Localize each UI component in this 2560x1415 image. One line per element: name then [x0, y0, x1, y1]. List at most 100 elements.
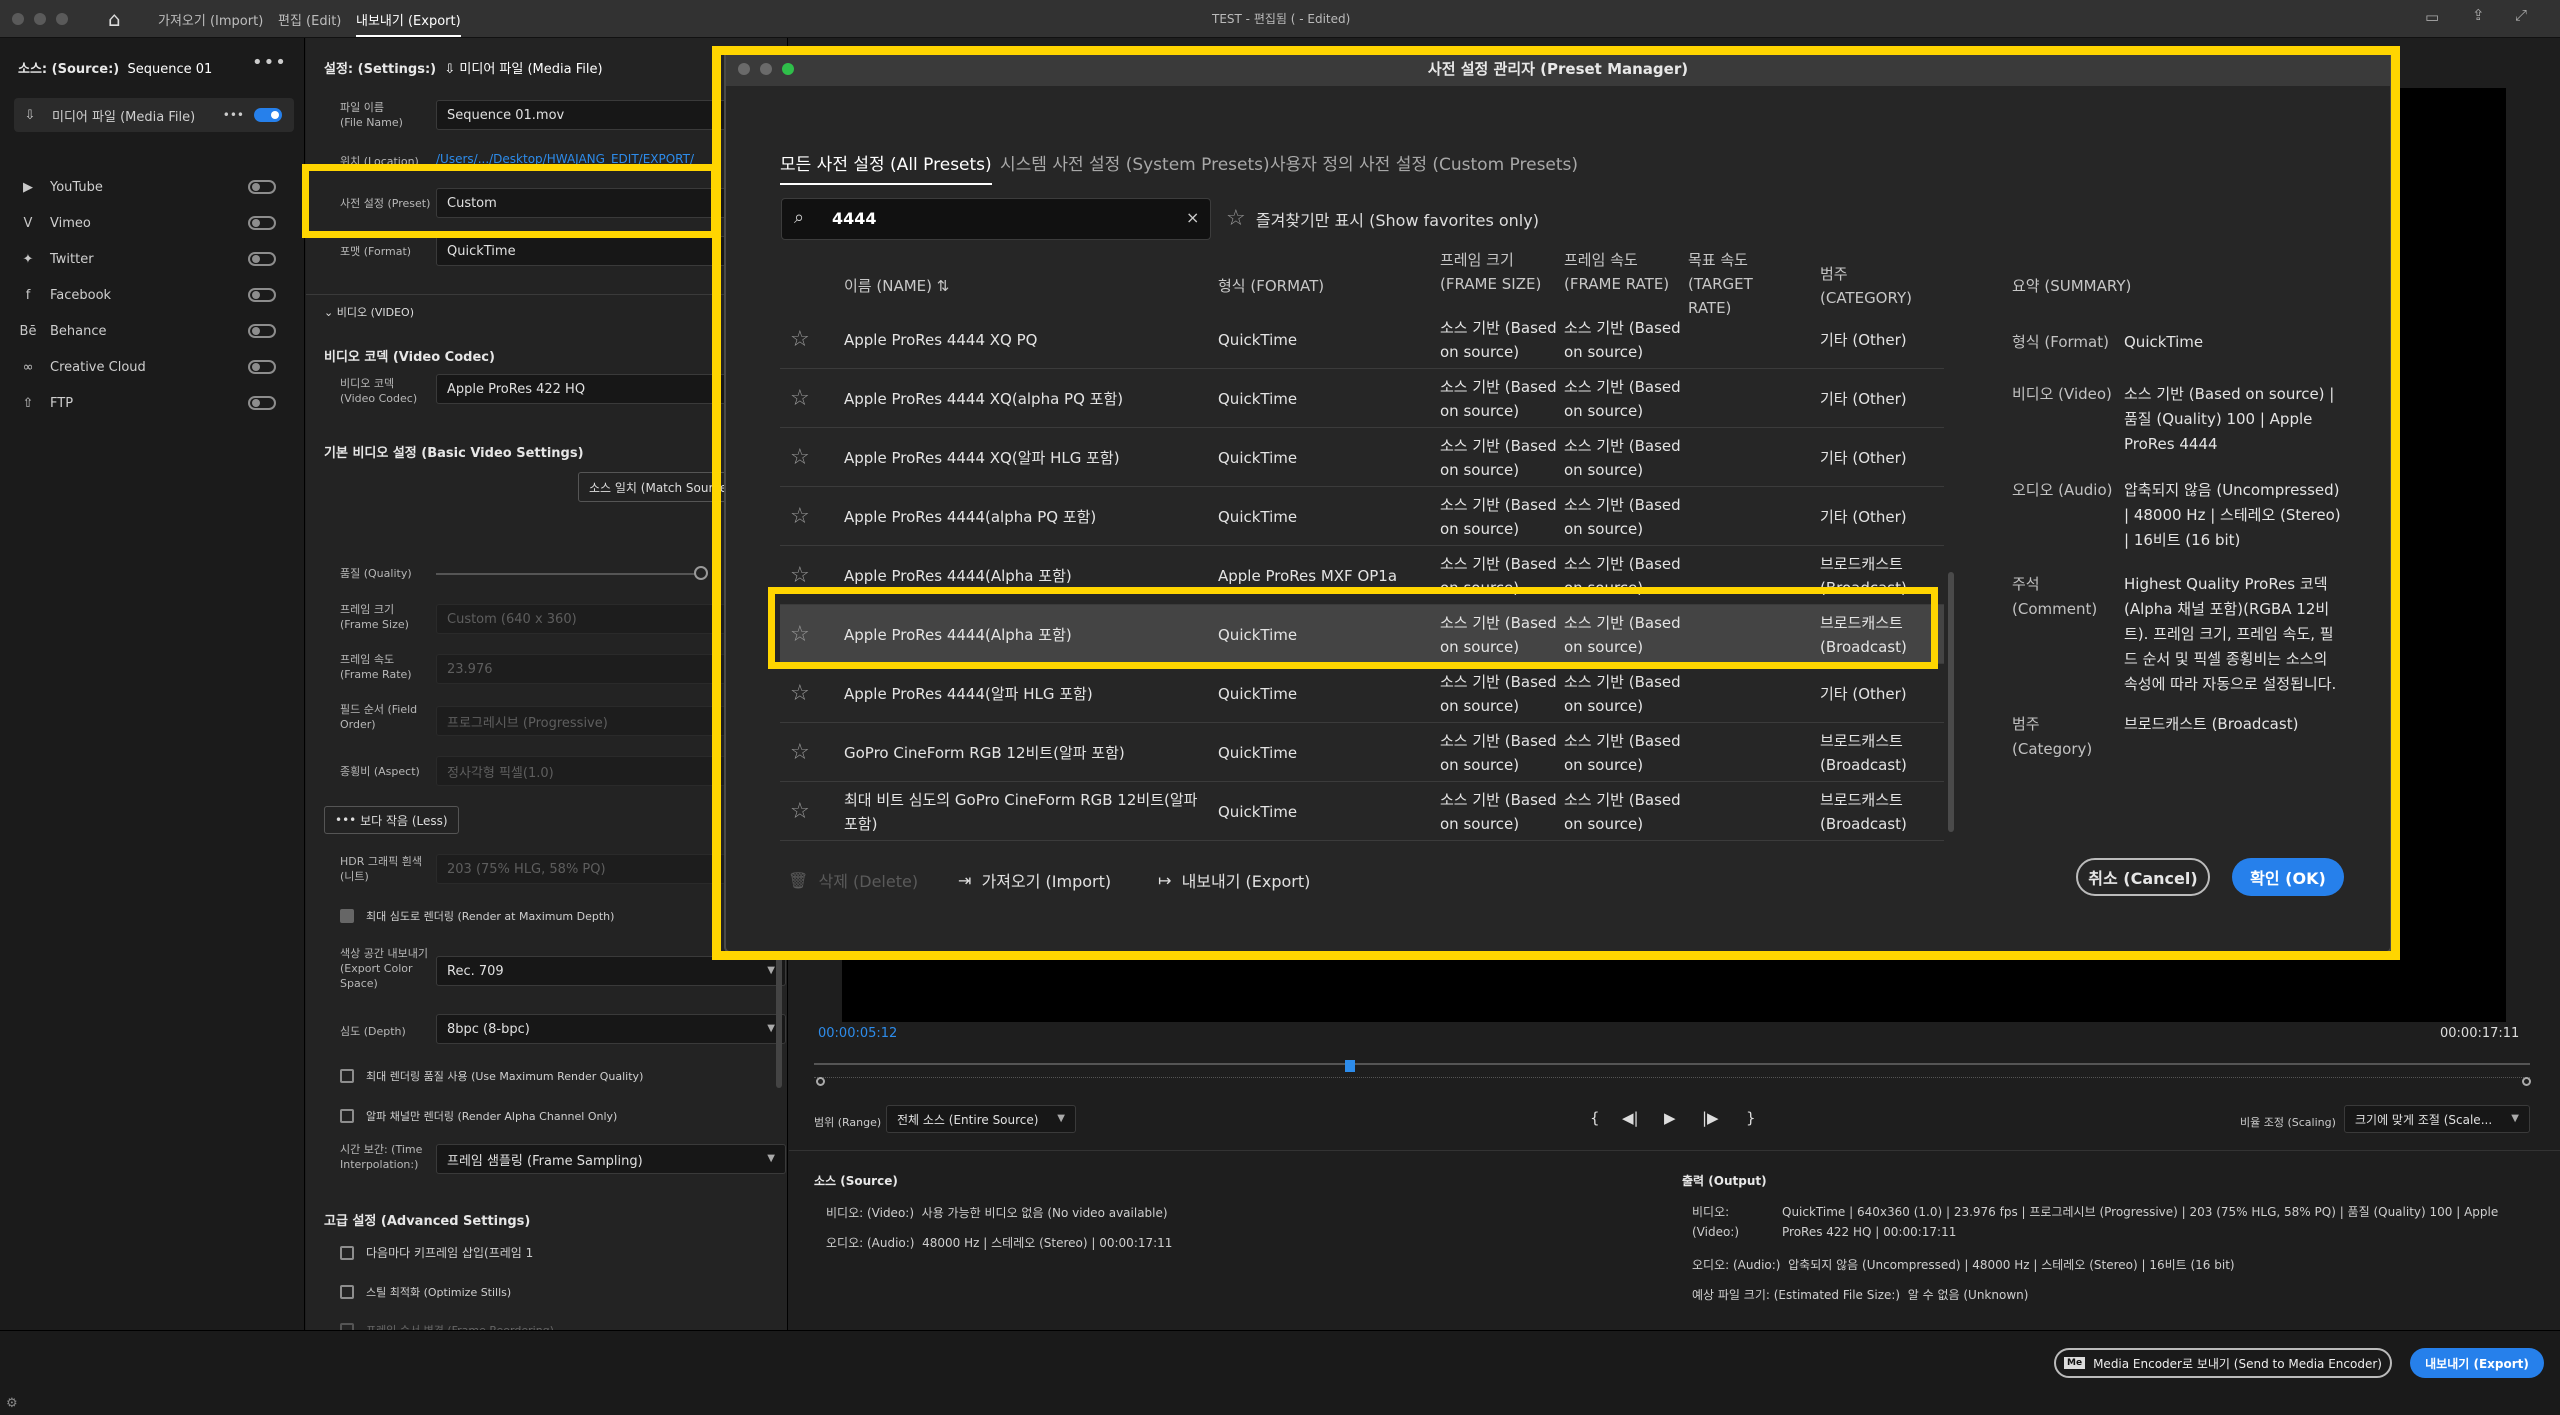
star-icon[interactable]: ☆ — [790, 681, 810, 706]
destination-behance[interactable]: Bē Behance — [20, 314, 288, 348]
less-button[interactable]: ••• 보다 작음 (Less) — [324, 806, 459, 834]
in-point-handle[interactable] — [816, 1077, 825, 1086]
destination-media-file[interactable]: ⇩ 미디어 파일 (Media File) ••• — [14, 98, 294, 132]
quality-slider-handle[interactable] — [694, 566, 708, 580]
export-color-select[interactable]: Rec. 709 ▼ — [436, 956, 786, 986]
depth-select[interactable]: 8bpc (8-bpc) ▼ — [436, 1014, 786, 1044]
tab-import[interactable]: 가져오기 (Import) — [158, 10, 263, 29]
keyframe-row[interactable]: 다음마다 키프레임 삽입(프레임 1 — [340, 1244, 533, 1261]
render-max-depth-row[interactable]: 최대 심도로 렌더링 (Render at Maximum Depth) — [340, 908, 614, 924]
table-row[interactable]: ☆ Apple ProRes 4444 XQ PQ QuickTime 소스 기… — [780, 310, 1944, 369]
star-icon[interactable]: ☆ — [790, 799, 810, 824]
dialog-zoom-button[interactable] — [782, 63, 794, 75]
current-timecode[interactable]: 00:00:05:12 — [818, 1026, 897, 1041]
settings-scrollbar[interactable] — [776, 938, 782, 1088]
destination-facebook[interactable]: f Facebook — [20, 278, 288, 312]
favorites-filter[interactable]: ☆ 즐겨찾기만 표시 (Show favorites only) — [1226, 206, 1539, 231]
table-row-selected[interactable]: ☆ Apple ProRes 4444(Alpha 포함) QuickTime … — [780, 605, 1944, 664]
playhead[interactable] — [1345, 1060, 1355, 1072]
search-input[interactable]: 4444 — [832, 209, 877, 228]
max-render-quality-checkbox[interactable] — [340, 1069, 354, 1083]
destination-ftp[interactable]: ⇧ FTP — [20, 386, 288, 420]
creative-cloud-toggle[interactable] — [248, 360, 276, 374]
star-icon[interactable]: ☆ — [790, 740, 810, 765]
destination-creative-cloud[interactable]: ∞ Creative Cloud — [20, 350, 288, 384]
optimize-stills-row[interactable]: 스틸 최적화 (Optimize Stills) — [340, 1284, 511, 1300]
column-format[interactable]: 형식 (FORMAT) — [1218, 274, 1324, 298]
minimize-window-button[interactable] — [34, 13, 46, 25]
export-button[interactable]: 내보내기 (Export) — [2410, 1348, 2544, 1378]
star-icon[interactable]: ☆ — [790, 563, 810, 588]
tab-all-presets[interactable]: 모든 사전 설정 (All Presets) — [780, 150, 992, 185]
table-row[interactable]: ☆ Apple ProRes 4444(Alpha 포함) Apple ProR… — [780, 546, 1944, 605]
render-alpha-row[interactable]: 알파 채널만 렌더링 (Render Alpha Channel Only) — [340, 1108, 617, 1124]
vimeo-toggle[interactable] — [248, 216, 276, 230]
column-category[interactable]: 범주 (CATEGORY) — [1820, 262, 1930, 310]
keyframe-checkbox[interactable] — [340, 1245, 354, 1260]
table-row[interactable]: ☆ Apple ProRes 4444(알파 HLG 포함) QuickTime… — [780, 664, 1944, 723]
export-preset-button[interactable]: ↦ 내보내기 (Export) — [1158, 868, 1310, 892]
tab-custom-presets[interactable]: 사용자 정의 사전 설정 (Custom Presets) — [1270, 150, 1578, 175]
maximize-window-button[interactable] — [56, 13, 68, 25]
play-icon[interactable]: ▶ — [1664, 1109, 1676, 1127]
mark-in-icon[interactable]: { — [1590, 1109, 1600, 1127]
star-icon[interactable]: ☆ — [790, 445, 810, 470]
dialog-close-button[interactable] — [738, 63, 750, 75]
more-options-icon[interactable]: ••• — [223, 108, 244, 122]
range-select[interactable]: 전체 소스 (Entire Source) ▼ — [886, 1105, 1076, 1133]
behance-toggle[interactable] — [248, 324, 276, 338]
list-scrollbar[interactable] — [1948, 572, 1954, 832]
destination-youtube[interactable]: ▶ YouTube — [20, 170, 288, 204]
star-icon[interactable]: ☆ — [790, 504, 810, 529]
cancel-button[interactable]: 취소 (Cancel) — [2076, 858, 2210, 896]
mark-out-icon[interactable]: } — [1746, 1109, 1756, 1127]
fullscreen-icon[interactable]: ⤢ — [2515, 6, 2527, 24]
tab-edit[interactable]: 편집 (Edit) — [278, 10, 341, 29]
ftp-toggle[interactable] — [248, 396, 276, 410]
close-window-button[interactable] — [12, 13, 24, 25]
star-icon[interactable]: ☆ — [790, 622, 810, 647]
column-name[interactable]: 이름 (NAME) ⇅ — [844, 274, 949, 298]
star-icon[interactable]: ☆ — [790, 386, 810, 411]
table-row[interactable]: ☆ Apple ProRes 4444 XQ(알파 HLG 포함) QuickT… — [780, 428, 1944, 487]
column-frame-size[interactable]: 프레임 크기 (FRAME SIZE) — [1440, 248, 1550, 318]
column-target-rate[interactable]: 목표 속도 (TARGET RATE) — [1688, 248, 1798, 318]
time-interp-select[interactable]: 프레임 샘플링 (Frame Sampling) ▼ — [436, 1144, 786, 1174]
location-link[interactable]: /Users/.../Desktop/HWAJANG_EDIT/EXPORT/ — [436, 152, 694, 166]
scaling-select[interactable]: 크기에 맞게 조절 (Scale... ▼ — [2344, 1105, 2530, 1133]
max-render-quality-row[interactable]: 최대 렌더링 품질 사용 (Use Maximum Render Quality… — [340, 1068, 643, 1084]
media-file-toggle[interactable] — [254, 108, 282, 122]
dialog-minimize-button[interactable] — [760, 63, 772, 75]
more-options-icon[interactable]: ••• — [252, 52, 287, 73]
step-back-icon[interactable]: ◀| — [1622, 1109, 1639, 1127]
table-row[interactable]: ☆ Apple ProRes 4444 XQ(alpha PQ 포함) Quic… — [780, 369, 1944, 428]
search-box[interactable]: ⌕ 4444 × — [781, 198, 1211, 240]
panel-icon[interactable]: ▭ — [2425, 8, 2439, 26]
import-preset-button[interactable]: ⇥ 가져오기 (Import) — [958, 868, 1111, 892]
tab-system-presets[interactable]: 시스템 사전 설정 (System Presets) — [1000, 150, 1270, 175]
clear-search-icon[interactable]: × — [1186, 208, 1199, 227]
destination-vimeo[interactable]: V Vimeo — [20, 206, 288, 240]
youtube-toggle[interactable] — [248, 180, 276, 194]
facebook-toggle[interactable] — [248, 288, 276, 302]
table-row[interactable]: ☆ Apple ProRes 4444(alpha PQ 포함) QuickTi… — [780, 487, 1944, 546]
render-alpha-checkbox[interactable] — [340, 1109, 354, 1123]
column-frame-rate[interactable]: 프레임 속도 (FRAME RATE) — [1564, 248, 1674, 318]
share-icon[interactable]: ⇪ — [2472, 6, 2485, 24]
step-forward-icon[interactable]: |▶ — [1702, 1109, 1719, 1127]
table-row[interactable]: ☆ GoPro CineForm RGB 12비트(알파 포함) QuickTi… — [780, 723, 1944, 782]
destination-twitter[interactable]: ✦ Twitter — [20, 242, 288, 276]
star-icon[interactable]: ☆ — [790, 327, 810, 352]
tab-export[interactable]: 내보내기 (Export) — [356, 10, 461, 37]
timeline-bar[interactable] — [814, 1063, 2530, 1065]
quality-slider[interactable] — [436, 573, 698, 575]
table-row[interactable]: ☆ 최대 비트 심도의 GoPro CineForm RGB 12비트(알파 포… — [780, 782, 1944, 841]
out-point-handle[interactable] — [2522, 1077, 2531, 1086]
send-to-media-encoder-button[interactable]: Me Media Encoder로 보내기 (Send to Media Enco… — [2054, 1348, 2392, 1378]
settings-icon[interactable]: ⚙ — [6, 1396, 18, 1411]
home-icon[interactable]: ⌂ — [108, 7, 121, 31]
render-max-depth-checkbox[interactable] — [340, 909, 354, 923]
video-section-toggle[interactable]: ⌄ 비디오 (VIDEO) — [324, 304, 414, 320]
optimize-stills-checkbox[interactable] — [340, 1285, 354, 1299]
twitter-toggle[interactable] — [248, 252, 276, 266]
